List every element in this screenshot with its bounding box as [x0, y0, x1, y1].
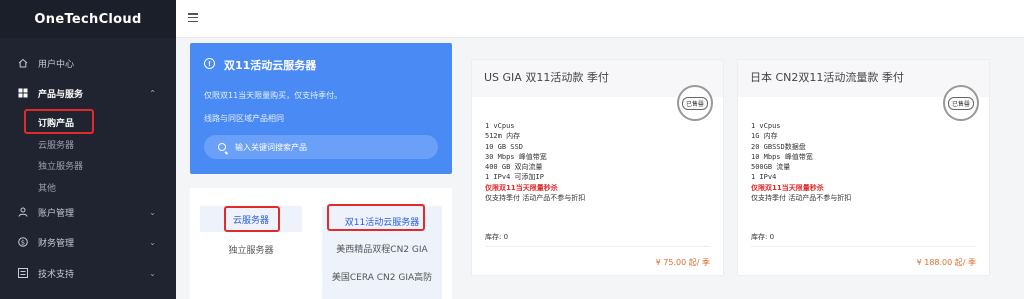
- category-panel: 云服务器 独立服务器 双11活动云服务器 美西精品双程CN2 GIA 美国CER…: [190, 188, 452, 299]
- highlight-box: [24, 109, 94, 134]
- sold-out-label: 已售罄: [681, 96, 708, 110]
- spec-memory: 512m 内存: [485, 132, 521, 141]
- sidebar-item-label: 产品与服务: [38, 89, 84, 100]
- spec-disk: 10 GB SSD: [485, 142, 523, 151]
- grid-icon: [18, 88, 28, 98]
- product-specs: 1 vCpus 512m 内存 10 GB SSD 30 Mbps 峰值带宽 4…: [485, 121, 585, 203]
- flash-sale-note: 仅限双11当天限量秒杀: [485, 183, 558, 192]
- category-dedicated-servers[interactable]: 独立服务器: [200, 243, 302, 256]
- brand-logo[interactable]: OneTechCloud: [0, 0, 176, 38]
- sold-out-label: 已售罄: [947, 96, 974, 110]
- promo-card: ! 双11活动云服务器 仅限双11当天限量购买，仅支持季付。 线路与同区域产品相…: [190, 43, 452, 174]
- sidebar-subitem-dedicated-servers[interactable]: 独立服务器: [38, 159, 83, 172]
- home-icon: [18, 58, 28, 68]
- svg-text:$: $: [21, 238, 25, 246]
- product-card[interactable]: US GIA 双11活动款 季付 已售罄 1 vCpus 512m 内存 10 …: [471, 59, 724, 276]
- product-card[interactable]: 日本 CN2双11活动流量款 季付 已售罄 1 vCpus 1G 内存 20 G…: [737, 59, 990, 276]
- stock-count: 库存: 0: [485, 233, 509, 241]
- spec-traffic: 500GB 流量: [751, 163, 791, 172]
- billing-note: 仅支持季付 活动产品不参与折扣: [485, 194, 586, 203]
- search-icon: [218, 143, 226, 151]
- divider: [485, 246, 710, 247]
- dollar-icon: $: [18, 237, 28, 247]
- user-icon: [18, 207, 28, 217]
- search-input[interactable]: 输入关键词搜索产品: [204, 135, 438, 159]
- spec-traffic: 400 GB 双向流量: [485, 163, 543, 172]
- promo-description: 仅限双11当天限量购买，仅支持季付。: [204, 91, 343, 100]
- list-icon: [18, 268, 28, 278]
- sidebar-item-label: 账户管理: [38, 208, 75, 219]
- sidebar-item-label: 技术支持: [38, 269, 75, 280]
- spec-ip: 1 IPv4 可添加IP: [485, 173, 544, 182]
- stock-count: 库存: 0: [751, 233, 775, 241]
- category-us-west-cn2-gia[interactable]: 美西精品双程CN2 GIA: [322, 242, 442, 255]
- sold-out-stamp: 已售罄: [943, 85, 979, 121]
- product-price: ¥ 75.00 起/ 季: [655, 258, 710, 267]
- category-us-cera-cn2-gia[interactable]: 美国CERA CN2 GIA高防: [322, 270, 442, 283]
- promo-note: 线路与同区域产品相同: [204, 114, 284, 123]
- info-icon: !: [204, 58, 215, 69]
- chevron-up-icon: ⌃: [149, 88, 156, 98]
- chevron-down-icon: ⌄: [149, 237, 156, 247]
- spec-ip: 1 IPv4: [751, 173, 777, 182]
- sidebar: OneTechCloud 用户中心 产品与服务 ⌃ 订购产品 云服务器 独立服务…: [0, 0, 176, 299]
- divider: [751, 246, 976, 247]
- sidebar-item-finance[interactable]: $ 财务管理 ⌄: [0, 231, 176, 253]
- billing-note: 仅支持季付 活动产品不参与折扣: [751, 194, 852, 203]
- chevron-down-icon: ⌄: [149, 207, 156, 217]
- product-specs: 1 vCpus 1G 内存 20 GBSSD数据盘 10 Mbps 峰值带宽 5…: [751, 121, 851, 203]
- search-placeholder: 输入关键词搜索产品: [235, 142, 307, 152]
- sidebar-item-user-center[interactable]: 用户中心: [0, 52, 176, 74]
- sidebar-item-account[interactable]: 账户管理 ⌄: [0, 201, 176, 223]
- topbar: [176, 0, 1024, 38]
- sold-out-stamp: 已售罄: [677, 85, 713, 121]
- highlight-box: [224, 206, 280, 232]
- sidebar-item-products-services[interactable]: 产品与服务 ⌃: [0, 82, 176, 104]
- chevron-down-icon: ⌄: [149, 268, 156, 278]
- spec-memory: 1G 内存: [751, 132, 778, 141]
- promo-title: 双11活动云服务器: [224, 59, 317, 72]
- product-price: ¥ 188.00 起/ 季: [916, 258, 976, 267]
- sidebar-item-support[interactable]: 技术支持 ⌄: [0, 262, 176, 284]
- spec-bandwidth: 10 Mbps 峰值带宽: [751, 152, 813, 161]
- menu-toggle-icon[interactable]: [188, 13, 198, 23]
- sidebar-subitem-other[interactable]: 其他: [38, 181, 56, 194]
- sidebar-item-label: 财务管理: [38, 238, 75, 249]
- spec-disk: 20 GBSSD数据盘: [751, 142, 806, 151]
- sidebar-item-label: 用户中心: [38, 59, 75, 70]
- flash-sale-note: 仅限双11当天限量秒杀: [751, 183, 824, 192]
- spec-bandwidth: 30 Mbps 峰值带宽: [485, 152, 547, 161]
- highlight-box: [327, 204, 425, 231]
- sidebar-subitem-cloud-servers[interactable]: 云服务器: [38, 138, 74, 151]
- spec-cpu: 1 vCpus: [485, 122, 515, 130]
- spec-cpu: 1 vCpus: [751, 122, 781, 130]
